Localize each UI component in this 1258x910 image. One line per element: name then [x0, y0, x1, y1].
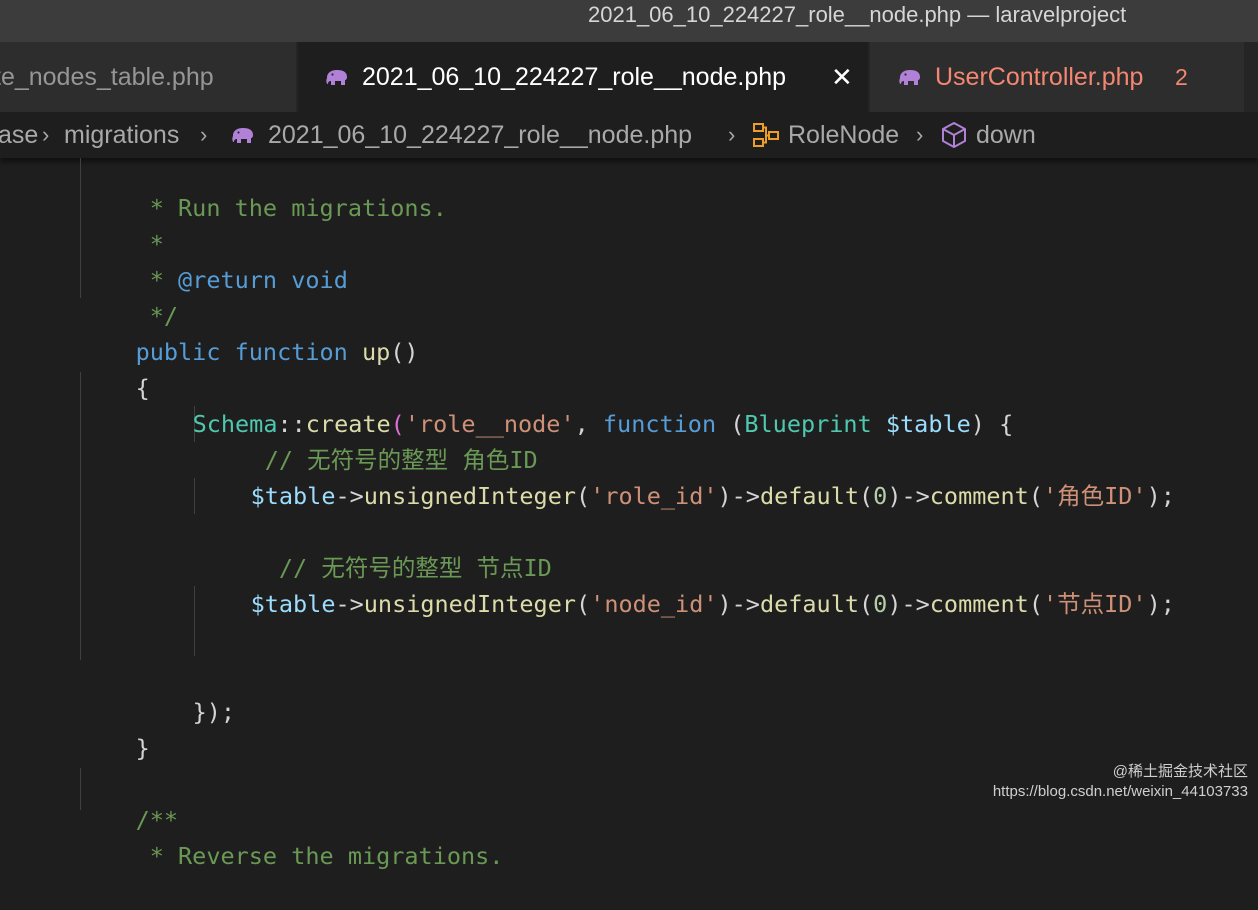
method-name: default [759, 482, 860, 510]
breadcrumb: ase › migrations › 2021_06_10_224227_rol… [0, 112, 1258, 158]
comment [277, 266, 291, 294]
tab-label: te_nodes_table.php [0, 63, 214, 91]
tab-label: UserController.php [935, 63, 1144, 91]
code-line: }); [136, 658, 235, 726]
comment: * Run the migrations. [135, 194, 447, 222]
variable: $table [250, 590, 336, 618]
breadcrumb-item-class[interactable]: RoleNode [788, 119, 899, 151]
tab-role-node[interactable]: 2021_06_10_224227_role__node.php ✕ [298, 42, 868, 112]
paren: ( [1028, 590, 1043, 618]
code-line: * [79, 190, 164, 258]
code-line: // 无符号的整型 节点ID [194, 514, 552, 582]
method-cube-icon [942, 122, 966, 148]
string: '角色ID' [1042, 482, 1147, 510]
problems-count-badge: 2 [1175, 64, 1188, 90]
tab-create-nodes-table[interactable]: te_nodes_table.php [0, 42, 296, 112]
watermark-url: https://blog.csdn.net/weixin_44103733 [992, 783, 1248, 800]
method-name: default [759, 590, 860, 618]
operator: -> [335, 482, 364, 510]
operator: -> [335, 590, 364, 618]
title-bar: 2021_06_10_224227_role__node.php — larav… [0, 0, 1258, 42]
code-line: * Run the migrations. [79, 154, 447, 222]
class-name: Blueprint [744, 410, 872, 438]
string: 'role_id' [590, 482, 718, 510]
code-line: $table->unsignedInteger('node_id')->defa… [194, 550, 1175, 618]
paren: ( [576, 590, 591, 618]
code-line: public function up() [79, 298, 419, 366]
breadcrumb-item-file[interactable]: 2021_06_10_224227_role__node.php [268, 119, 692, 151]
breadcrumb-item-database[interactable]: ase [0, 119, 38, 151]
php-elephant-icon [897, 68, 923, 86]
brace: } [192, 698, 207, 726]
code-line: } [79, 694, 150, 762]
method-name: comment [929, 590, 1029, 618]
code-line: * @return void [79, 226, 348, 294]
method-name: unsignedInteger [363, 590, 577, 618]
punctuation: , [574, 410, 603, 438]
string: 'node_id' [590, 590, 718, 618]
breadcrumb-item-migrations[interactable]: migrations [64, 119, 179, 151]
paren: ( [716, 410, 745, 438]
chevron-right-icon: › [916, 122, 924, 147]
doc-tag: @return [178, 266, 278, 294]
code-line: * Reverse the migrations. [79, 802, 504, 870]
close-icon[interactable]: ✕ [831, 64, 853, 90]
code-line: { [79, 334, 150, 402]
class-icon [753, 123, 779, 147]
tab-user-controller[interactable]: UserController.php 2 [870, 42, 1244, 112]
paren: ) [970, 410, 1000, 438]
code-line: $table->unsignedInteger('role_id')->defa… [194, 442, 1175, 510]
function-name: up [361, 338, 391, 366]
variable: $table [885, 410, 971, 438]
method-name: unsignedInteger [363, 482, 577, 510]
tab-bar: te_nodes_table.php 2021_06_10_224227_rol… [0, 42, 1258, 112]
code-line: */ [79, 262, 178, 330]
code-line: Schema::create('role__node', function (B… [136, 370, 1014, 438]
punctuation: () [390, 338, 419, 366]
paren: ( [576, 482, 591, 510]
string: '节点ID' [1042, 590, 1147, 618]
window-title: 2021_06_10_224227_role__node.php — larav… [588, 2, 1127, 27]
paren: ( [859, 590, 874, 618]
comment: * Reverse the migrations. [135, 842, 504, 870]
chevron-right-icon: › [200, 122, 208, 147]
paren: ( [1028, 482, 1043, 510]
punctuation: ); [1146, 482, 1175, 510]
variable: $table [250, 482, 336, 510]
punctuation: ); [206, 698, 236, 726]
code-line: // 无符号的整型 角色ID [194, 406, 538, 474]
punctuation: ); [1146, 590, 1175, 618]
number: 0 [873, 590, 888, 618]
code-line: /** [79, 766, 178, 834]
operator: )-> [887, 482, 930, 510]
number: 0 [873, 482, 888, 510]
tab-label: 2021_06_10_224227_role__node.php [362, 63, 787, 91]
chevron-right-icon: › [42, 122, 50, 147]
brace: } [135, 734, 150, 762]
breadcrumb-item-method[interactable]: down [976, 119, 1036, 151]
operator: )-> [887, 590, 930, 618]
method-name: comment [929, 482, 1029, 510]
operator: )-> [717, 482, 760, 510]
paren: ( [859, 482, 874, 510]
php-elephant-icon [324, 68, 350, 86]
watermark: @稀土掘金技术社区 https://blog.csdn.net/weixin_4… [993, 762, 1248, 802]
keyword: function [234, 338, 348, 366]
chevron-right-icon: › [728, 122, 736, 147]
watermark-brand: @稀土掘金技术社区 [1112, 763, 1248, 780]
code-editor[interactable]: * Run the migrations. * * @return void *… [0, 158, 1258, 870]
operator: )-> [717, 590, 760, 618]
doc-type: void [291, 266, 348, 294]
brace: { [999, 410, 1014, 438]
php-elephant-icon [230, 126, 256, 144]
keyword: function [602, 410, 717, 438]
